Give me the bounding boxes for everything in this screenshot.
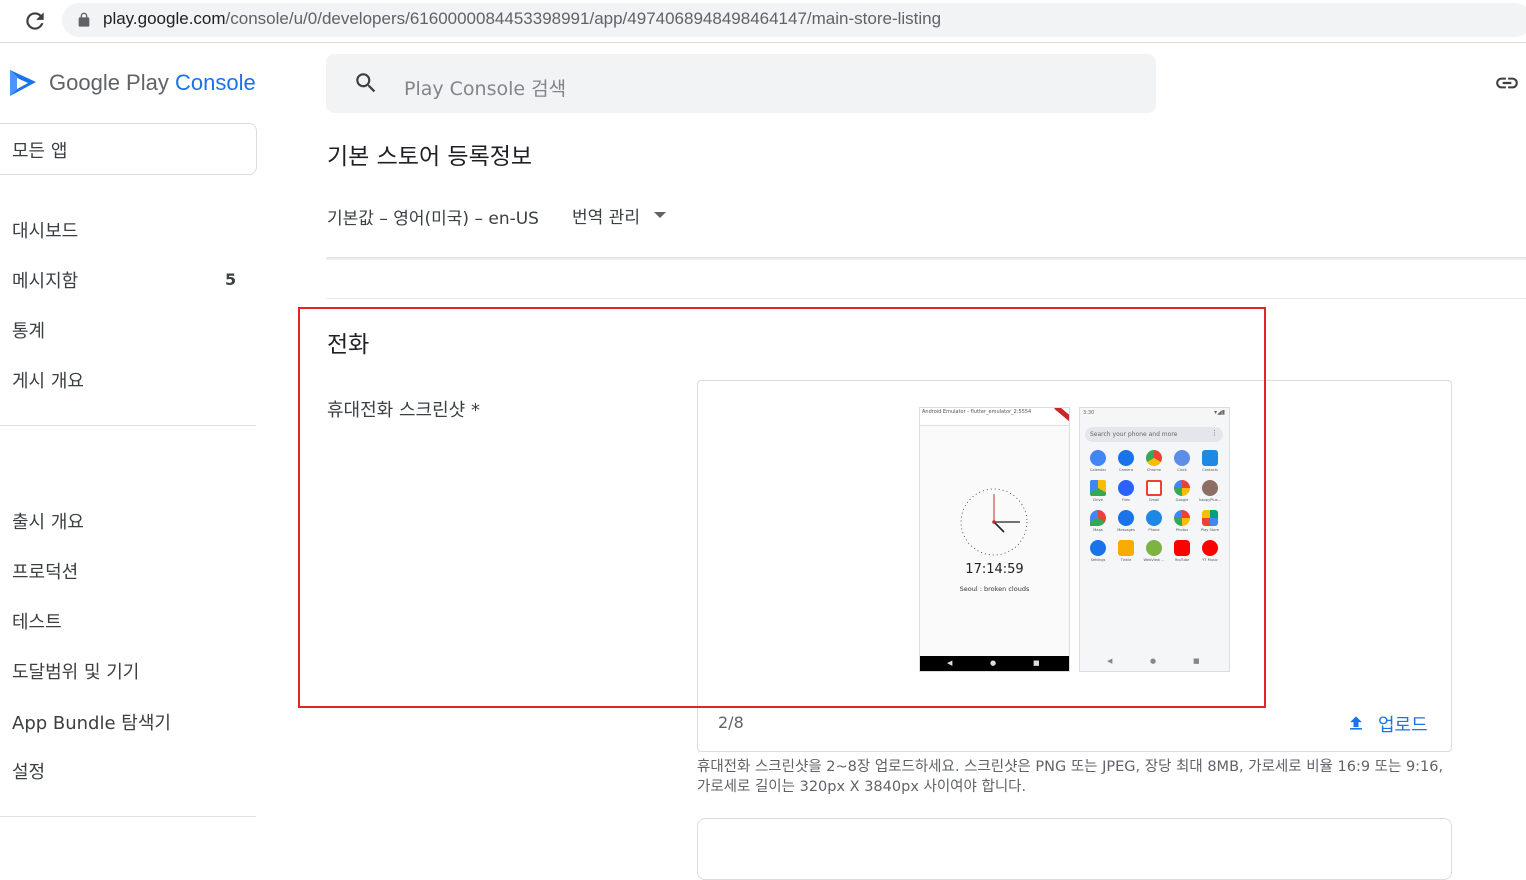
- inbox-count-badge: 5: [225, 270, 237, 289]
- page-title: 기본 스토어 등록정보: [327, 144, 533, 170]
- link-icon[interactable]: [1492, 70, 1522, 96]
- play-console-logo-icon[interactable]: [8, 66, 40, 100]
- highlight-box: [298, 307, 1266, 708]
- url-path: /console/u/0/developers/6160000084453398…: [225, 9, 942, 28]
- sidebar-item-production[interactable]: 프로덕션: [12, 558, 78, 584]
- all-apps-label: 모든 앱: [12, 141, 68, 162]
- sidebar-item-statistics[interactable]: 통계: [12, 317, 45, 343]
- next-upload-card: [697, 818, 1452, 880]
- screenshot-count: 2/8: [718, 713, 744, 732]
- sidebar-item-dashboard[interactable]: 대시보드: [12, 217, 78, 243]
- all-apps-button[interactable]: 모든 앱: [0, 123, 257, 175]
- reload-icon[interactable]: [22, 8, 48, 34]
- manage-translations-dropdown[interactable]: 번역 관리: [572, 203, 640, 228]
- logo-prefix: Google Play: [49, 70, 169, 95]
- upload-button[interactable]: 업로드: [1378, 711, 1428, 737]
- sidebar-item-release-overview[interactable]: 출시 개요: [12, 508, 84, 534]
- logo-accent: Console: [174, 70, 256, 95]
- search-icon: [356, 73, 376, 93]
- upload-hint: 휴대전화 스크린샷을 2~8장 업로드하세요. 스크린샷은 PNG 또는 JPE…: [697, 759, 1444, 795]
- upload-icon[interactable]: [1346, 713, 1366, 733]
- sidebar-item-setup[interactable]: 설정: [12, 758, 45, 784]
- play-console-logo[interactable]: Google Play Console: [49, 70, 256, 96]
- sidebar-item-app-bundle-explorer[interactable]: App Bundle 탐색기: [12, 709, 171, 735]
- sidebar-item-publishing-overview[interactable]: 게시 개요: [12, 367, 84, 393]
- sidebar-item-reach-and-devices[interactable]: 도달범위 및 기기: [12, 658, 139, 684]
- url-host: play.google.com: [103, 9, 226, 28]
- url-text[interactable]: play.google.com/console/u/0/developers/6…: [103, 9, 941, 29]
- sidebar-divider: [0, 425, 256, 426]
- section-divider: [326, 298, 1526, 299]
- sidebar-item-inbox[interactable]: 메시지함: [12, 267, 78, 293]
- sidebar-divider-bottom: [0, 816, 256, 817]
- header-divider: [326, 257, 1526, 260]
- search-placeholder: Play Console 검색: [404, 78, 567, 100]
- lock-icon: [78, 12, 90, 27]
- chevron-down-icon[interactable]: [654, 212, 666, 218]
- sidebar-item-testing[interactable]: 테스트: [12, 608, 62, 634]
- default-language: 기본값 – 영어(미국) – en-US: [327, 209, 539, 229]
